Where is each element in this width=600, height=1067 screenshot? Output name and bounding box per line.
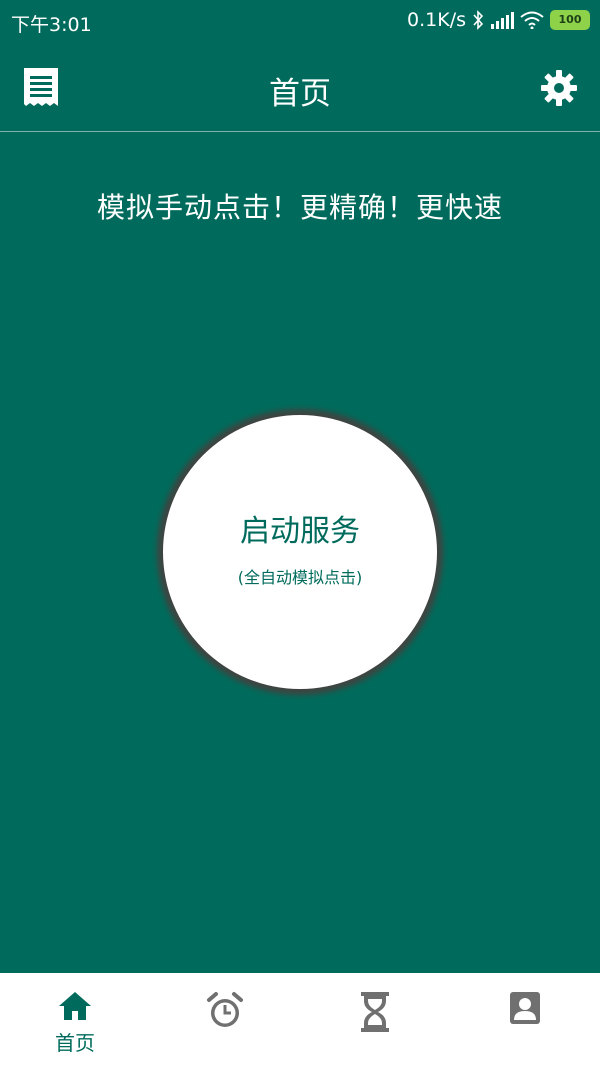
bottom-nav: 首页 (0, 973, 600, 1067)
home-icon (59, 992, 91, 1020)
page-title: 首页 (269, 76, 331, 112)
app-bar: 首页 (0, 44, 600, 132)
nav-item-alarm[interactable] (150, 973, 300, 1067)
start-service-button[interactable]: 启动服务 (全自动模拟点击) (163, 415, 437, 689)
gear-icon[interactable] (540, 69, 578, 107)
signal-icon (491, 12, 514, 29)
nav-item-home[interactable]: 首页 (0, 973, 150, 1067)
hourglass-icon (361, 992, 389, 1032)
nav-item-home-label: 首页 (55, 1031, 95, 1055)
network-speed: 0.1K/s (407, 9, 466, 31)
nav-item-timer[interactable] (300, 973, 450, 1067)
status-time: 下午3:01 (11, 14, 92, 36)
contact-icon (510, 992, 540, 1024)
tagline: 模拟手动点击！更精确！更快速 (96, 191, 503, 224)
nav-item-profile[interactable] (450, 973, 600, 1067)
status-indicators: 0.1K/s 100 (407, 9, 590, 31)
status-bar: 下午3:01 0.1K/s 100 (0, 0, 600, 44)
wifi-icon (520, 11, 544, 29)
start-service-label: 启动服务 (240, 514, 360, 549)
bluetooth-icon (473, 10, 484, 30)
start-service-sublabel: (全自动模拟点击) (237, 568, 363, 587)
alarm-clock-icon (207, 992, 243, 1027)
battery-indicator: 100 (550, 10, 590, 30)
